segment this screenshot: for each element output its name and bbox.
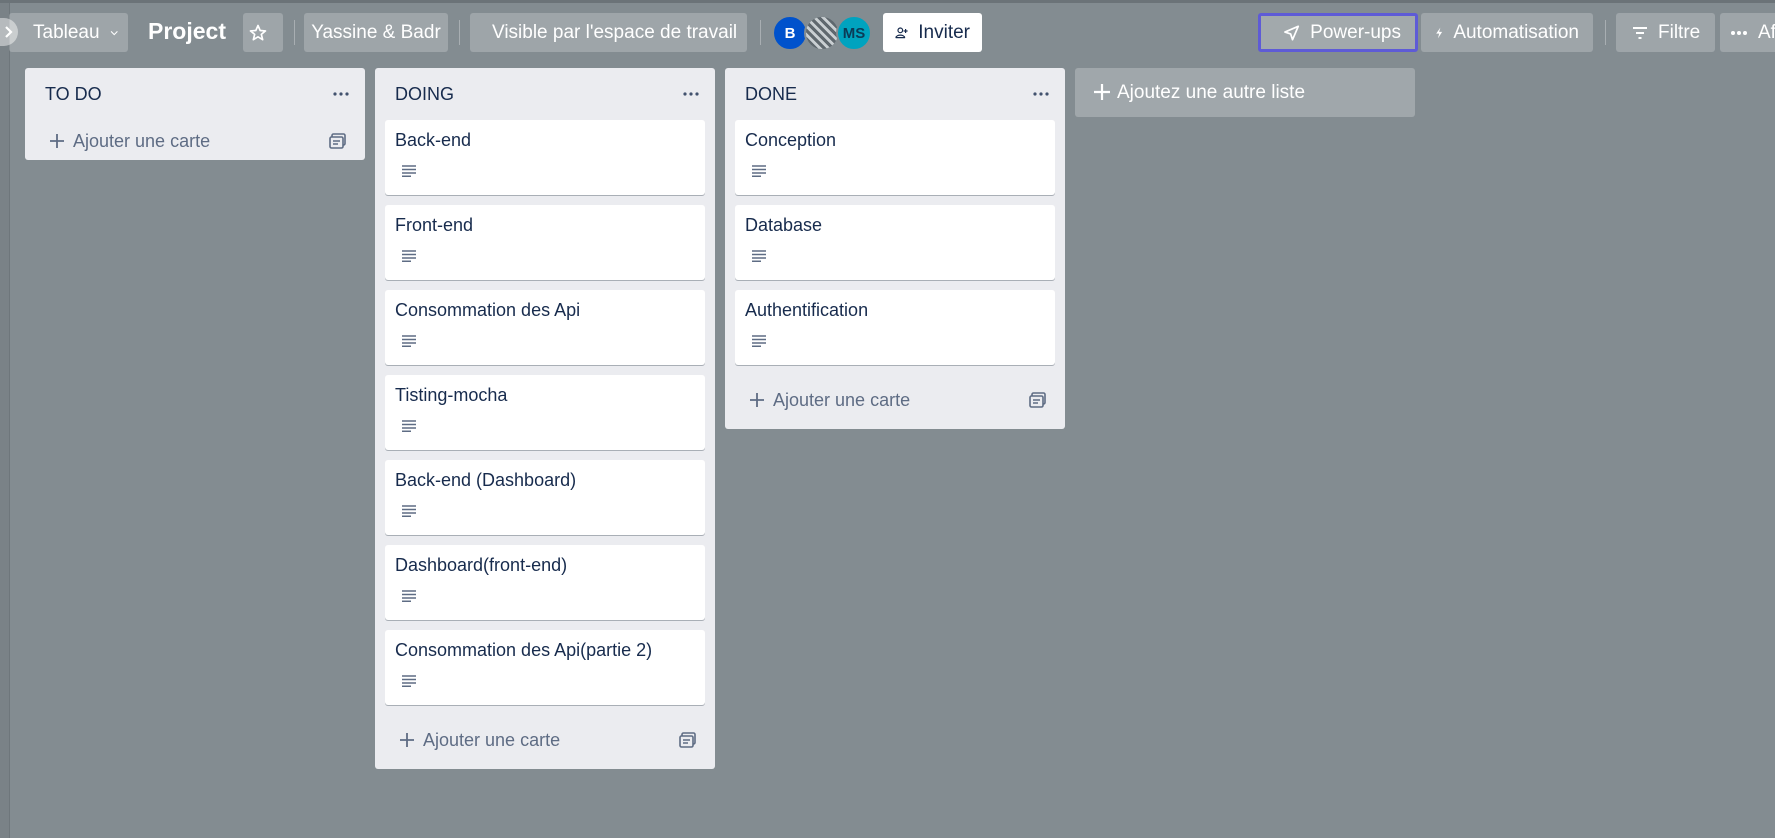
add-card-row[interactable]: Ajouter une carte — [25, 114, 365, 160]
card-title: Back-end — [395, 130, 472, 150]
header-divider — [760, 20, 761, 45]
list-todo: TO DO Ajouter une carte — [25, 68, 365, 160]
lightning-icon — [1436, 27, 1443, 38]
card[interactable]: Back-end — [385, 120, 705, 195]
add-card-label: Ajouter une carte — [423, 730, 561, 750]
member-avatar[interactable]: B — [772, 15, 808, 51]
visibility-label: Visible par l'espace de travail — [492, 21, 738, 43]
card-title: Tisting-mocha — [395, 385, 508, 405]
more-dots-icon — [1731, 30, 1747, 35]
card[interactable]: Front-end — [385, 205, 705, 280]
more-dots-icon — [683, 92, 699, 96]
automation-button[interactable]: Automatisation — [1421, 13, 1593, 52]
header-divider — [1605, 20, 1606, 45]
card-title: Consommation des Api — [395, 300, 581, 320]
add-card-label: Ajouter une carte — [773, 390, 911, 410]
list-title[interactable]: DONE — [745, 84, 797, 105]
more-dots-icon — [1033, 92, 1049, 96]
card[interactable]: Database — [735, 205, 1055, 280]
description-icon — [402, 165, 416, 177]
board-title[interactable]: Project — [148, 18, 226, 45]
card-title: Consommation des Api(partie 2) — [395, 640, 653, 660]
filter-icon — [1633, 26, 1647, 39]
view-switcher-label: Tableau — [33, 21, 100, 43]
description-icon — [402, 335, 416, 347]
card[interactable]: Authentification — [735, 290, 1055, 365]
list-doing: DOING Back-end Front-end Consommation de… — [375, 68, 715, 769]
plus-icon — [50, 134, 64, 148]
list-done: DONE Conception Database Authentificatio… — [725, 68, 1065, 429]
plus-icon — [750, 393, 764, 407]
invite-button[interactable]: Inviter — [883, 13, 982, 52]
chevron-down-icon — [110, 30, 118, 35]
description-icon — [402, 590, 416, 602]
filter-button[interactable]: Filtre — [1616, 13, 1715, 52]
description-icon — [402, 675, 416, 687]
description-icon — [402, 420, 416, 432]
card-title: Front-end — [395, 215, 474, 235]
powerups-button[interactable]: Power-ups — [1258, 13, 1418, 52]
show-menu-button[interactable]: Af — [1720, 13, 1775, 52]
visibility-button[interactable]: Visible par l'espace de travail — [470, 13, 747, 52]
workspace-label: Yassine & Badr — [311, 21, 441, 43]
list-menu-button[interactable] — [331, 84, 351, 104]
list-header: DOING — [375, 68, 715, 120]
member-avatar[interactable]: MS — [836, 15, 872, 51]
add-card-row[interactable]: Ajouter une carte — [375, 713, 715, 769]
plus-icon — [1094, 84, 1110, 100]
card[interactable]: Conception — [735, 120, 1055, 195]
window-top-border — [0, 0, 1775, 3]
card-title: Dashboard(front-end) — [395, 555, 568, 575]
powerups-label: Power-ups — [1310, 21, 1401, 43]
workspace-button[interactable]: Yassine & Badr — [304, 13, 448, 52]
invite-label: Inviter — [918, 21, 970, 43]
card[interactable]: Tisting-mocha — [385, 375, 705, 450]
rocket-icon — [1284, 24, 1300, 41]
add-person-icon — [895, 26, 908, 38]
card[interactable]: Consommation des Api — [385, 290, 705, 365]
plus-icon — [400, 733, 414, 747]
description-icon — [752, 335, 766, 347]
card[interactable]: Dashboard(front-end) — [385, 545, 705, 620]
sidebar-collapsed-edge — [0, 3, 10, 838]
card-template-icon[interactable] — [679, 732, 697, 748]
member-avatar-photo[interactable] — [804, 15, 840, 51]
description-icon — [402, 250, 416, 262]
card-template-icon[interactable] — [329, 133, 347, 149]
star-icon — [249, 24, 267, 41]
more-dots-icon — [333, 92, 349, 96]
add-list-label: Ajoutez une autre liste — [1117, 81, 1306, 103]
star-board-button[interactable] — [243, 13, 283, 52]
description-icon — [752, 250, 766, 262]
add-card-row[interactable]: Ajouter une carte — [725, 373, 1065, 429]
view-switcher-button[interactable]: Tableau — [9, 13, 128, 52]
card-title: Authentification — [745, 300, 869, 320]
list-menu-button[interactable] — [1031, 84, 1051, 104]
add-card-label: Ajouter une carte — [73, 131, 211, 151]
description-icon — [402, 505, 416, 517]
header-divider — [459, 20, 460, 45]
add-list-button[interactable]: Ajoutez une autre liste — [1075, 68, 1415, 117]
list-header: TO DO — [25, 68, 365, 120]
card-title: Conception — [745, 130, 837, 150]
list-header: DONE — [725, 68, 1065, 120]
header-divider — [294, 20, 295, 45]
list-title[interactable]: TO DO — [45, 84, 102, 105]
list-title[interactable]: DOING — [395, 84, 454, 105]
description-icon — [752, 165, 766, 177]
card[interactable]: Back-end (Dashboard) — [385, 460, 705, 535]
automation-label: Automatisation — [1453, 21, 1579, 43]
card-title: Database — [745, 215, 823, 235]
card-template-icon[interactable] — [1029, 392, 1047, 408]
filter-label: Filtre — [1658, 21, 1701, 43]
list-menu-button[interactable] — [681, 84, 701, 104]
card[interactable]: Consommation des Api(partie 2) — [385, 630, 705, 705]
show-menu-label: Af — [1758, 21, 1775, 43]
card-title: Back-end (Dashboard) — [395, 470, 577, 490]
